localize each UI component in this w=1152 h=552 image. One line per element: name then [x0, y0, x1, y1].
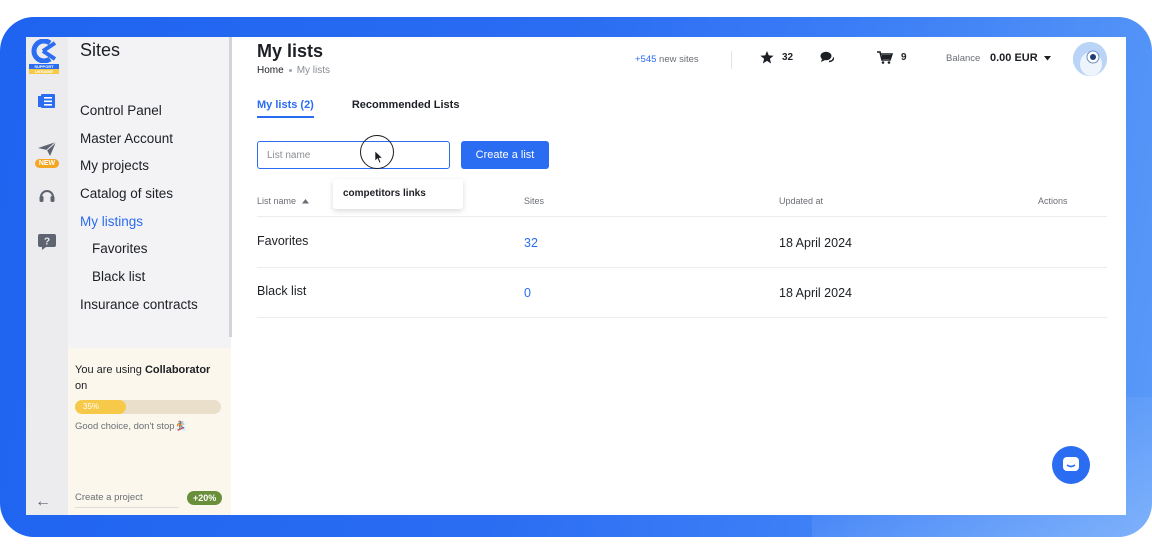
rail-item-help[interactable]: ?	[26, 234, 68, 250]
tab-recommended-lists[interactable]: Recommended Lists	[352, 99, 460, 118]
progress-bar: 35%	[75, 400, 221, 414]
promo-product-name: Collaborator	[144, 364, 211, 376]
promo-text: You are using Collaborator on	[75, 364, 211, 392]
rail-item-sites[interactable]	[26, 93, 68, 109]
balance-label: Balance	[946, 53, 981, 64]
arrow-left-icon[interactable]: ←	[35, 493, 51, 511]
updated-at-cell: 18 April 2024	[779, 236, 852, 250]
avatar[interactable]	[1073, 42, 1107, 76]
question-icon: ?	[38, 234, 56, 250]
topbar: +545 new sites 32 9 Balance 0.00 EUR	[231, 51, 1126, 71]
support-chat-button[interactable]	[1052, 446, 1090, 484]
caret-down-icon	[1043, 55, 1051, 60]
column-actions: Actions	[1038, 196, 1068, 206]
topbar-divider	[731, 51, 732, 69]
sidebar-item-master-account[interactable]: Master Account	[80, 125, 198, 153]
list-name-input[interactable]	[257, 141, 450, 169]
sidebar-item-insurance-contracts[interactable]: Insurance contracts	[80, 291, 198, 319]
avatar-character-icon	[1073, 42, 1107, 76]
messages-button[interactable]	[820, 51, 834, 64]
paper-plane-icon	[38, 141, 57, 156]
create-list-button[interactable]: Create a list	[461, 141, 549, 169]
sidebar-item-my-projects[interactable]: My projects	[80, 152, 198, 180]
new-sites-label: new sites	[659, 54, 699, 65]
sidebar-title: Sites	[80, 40, 121, 60]
bonus-pill: +20%	[187, 491, 223, 505]
list-icon	[38, 94, 55, 108]
rail-item-support[interactable]	[26, 187, 68, 205]
table-row[interactable]: Black list 0 18 April 2024	[257, 268, 1107, 318]
collaborator-logo-icon	[29, 39, 59, 63]
logo[interactable]: SUPPORT UKRAINE	[29, 39, 59, 75]
table-row[interactable]: Favorites 32 18 April 2024	[257, 218, 1107, 268]
cart-button[interactable]: 9	[877, 51, 907, 64]
tabs: My lists (2) Recommended Lists	[257, 99, 459, 118]
tab-my-lists[interactable]: My lists (2)	[257, 99, 314, 118]
promo-divider	[75, 507, 179, 508]
sidebar-item-favorites[interactable]: Favorites	[80, 235, 198, 263]
new-sites-link[interactable]: +545 new sites	[635, 54, 699, 65]
create-project-link[interactable]: Create a project	[75, 492, 143, 503]
sort-up-icon	[301, 199, 309, 204]
chat-bubbles-icon	[820, 51, 834, 63]
sidebar-item-my-listings[interactable]: My listings	[80, 208, 198, 236]
list-name-cell[interactable]: Favorites	[257, 234, 308, 248]
app-window: SUPPORT UKRAINE NEW ? ← Sites Control Pa…	[26, 37, 1126, 515]
sites-count-link[interactable]: 0	[524, 286, 531, 300]
new-sites-count: +545	[635, 54, 657, 65]
balance-value: 0.00 EUR	[990, 52, 1038, 64]
favorites-count: 32	[782, 52, 794, 63]
favorites-button[interactable]: 32	[760, 51, 793, 64]
svg-text:?: ?	[44, 237, 50, 248]
mouse-cursor-icon	[375, 151, 384, 164]
sidebar-item-black-list[interactable]: Black list	[80, 263, 198, 291]
rail-item-promotion[interactable]: NEW	[26, 141, 68, 168]
sidebar-menu: Control Panel Master Account My projects…	[80, 97, 198, 319]
new-badge: NEW	[34, 159, 60, 168]
progress-fill: 35%	[75, 400, 127, 414]
cart-icon	[877, 51, 893, 64]
chat-icon	[1063, 457, 1079, 471]
icon-rail: SUPPORT UKRAINE NEW ? ←	[26, 37, 68, 515]
sidebar-item-control-panel[interactable]: Control Panel	[80, 97, 198, 125]
promo-card: You are using Collaborator on 35% Good c…	[68, 348, 231, 515]
promo-note: Good choice, don't stop🏂	[75, 421, 187, 432]
column-list-name[interactable]: List name	[257, 196, 309, 206]
headset-icon	[39, 190, 55, 202]
star-icon	[760, 51, 774, 64]
sidebar: Sites Control Panel Master Account My pr…	[68, 37, 232, 515]
list-name-cell[interactable]: Black list	[257, 284, 306, 298]
column-sites: Sites	[524, 196, 545, 206]
support-ukraine-badge: SUPPORT UKRAINE	[29, 64, 59, 74]
updated-at-cell: 18 April 2024	[779, 286, 852, 300]
sidebar-item-catalog-of-sites[interactable]: Catalog of sites	[80, 180, 198, 208]
main-content: My lists Home My lists +545 new sites 32	[231, 37, 1126, 515]
column-updated-at: Updated at	[779, 196, 824, 206]
cart-count: 9	[901, 52, 907, 63]
autocomplete-suggestion[interactable]: competitors links	[333, 179, 463, 209]
balance-dropdown[interactable]: 0.00 EUR	[990, 52, 1051, 64]
sites-count-link[interactable]: 32	[524, 236, 538, 250]
